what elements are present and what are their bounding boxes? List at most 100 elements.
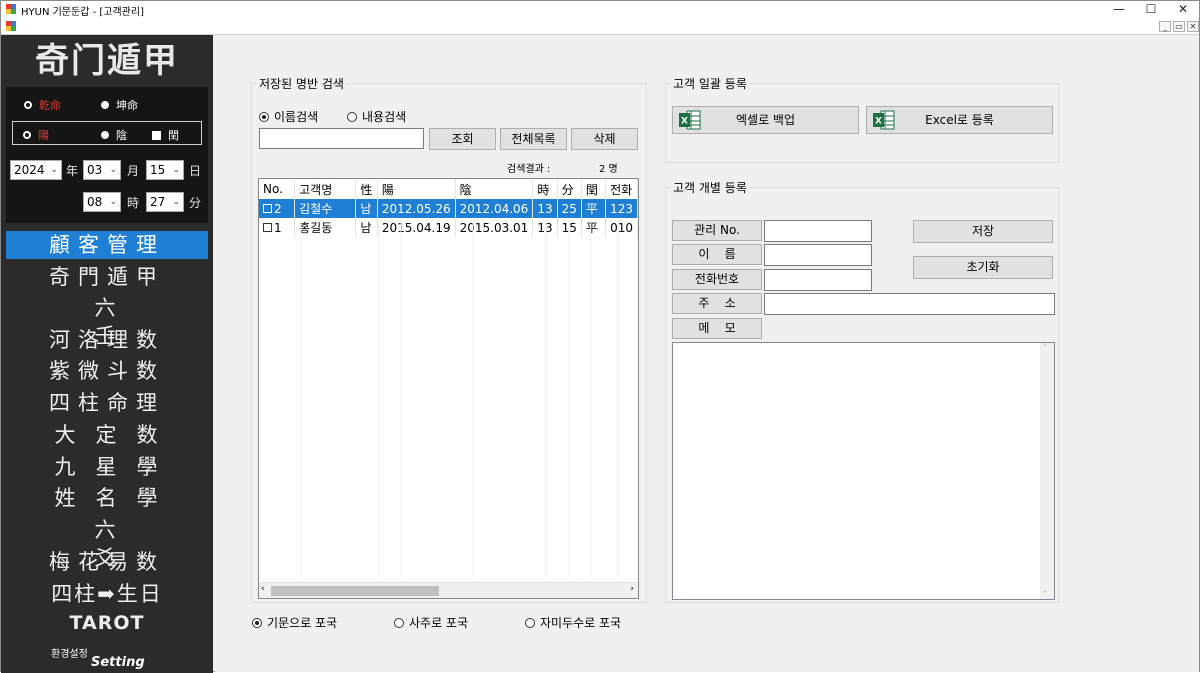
mdi-close-button[interactable]: ✕ xyxy=(1187,21,1199,32)
chevron-down-icon: ⌄ xyxy=(50,165,58,175)
col-header-sex[interactable]: 性 xyxy=(355,179,378,199)
radio-ziwei-layout[interactable]: 자미두수로 포국 xyxy=(525,614,621,631)
radio-dot-icon xyxy=(101,101,109,109)
horizontal-scrollbar[interactable]: ‹ › xyxy=(259,582,638,598)
col-header-hour[interactable]: 時 xyxy=(532,179,558,199)
scroll-left-icon[interactable]: ‹ xyxy=(261,584,265,594)
menu-daejeongsu[interactable]: 大定数 xyxy=(6,421,208,449)
excel-register-button[interactable]: X Excel로 등록 xyxy=(866,106,1053,134)
mdi-restore-button[interactable]: ▭ xyxy=(1173,21,1185,32)
menu-qimen-dunjia[interactable]: 奇門遁甲 xyxy=(6,263,208,291)
app-window: HYUN 기문둔갑 - [고객관리] — ☐ ✕ _ ▭ ✕ 奇门遁甲 乾命 坤… xyxy=(0,0,1200,673)
radio-gender-female[interactable]: 坤命 xyxy=(101,97,138,113)
row-checkbox-icon[interactable] xyxy=(263,203,272,213)
radio-qimen-layout[interactable]: 기문으로 포국 xyxy=(252,614,337,631)
col-header-leap[interactable]: 閏 xyxy=(581,179,607,199)
chevron-down-icon: ⌄ xyxy=(172,165,180,175)
save-button[interactable]: 저장 xyxy=(913,220,1053,243)
col-header-minute[interactable]: 分 xyxy=(557,179,582,199)
menu-liuren[interactable]: 六壬 xyxy=(6,294,208,348)
col-header-lunar[interactable]: 陰 xyxy=(455,179,534,199)
menu-saju-myeongri[interactable]: 四柱命理 xyxy=(6,389,208,417)
menu-heluo-lishu[interactable]: 河洛理数 xyxy=(6,326,208,354)
menu-maehwa-yeoksu[interactable]: 梅花易数 xyxy=(6,548,208,576)
window-title: HYUN 기문둔갑 - [고객관리] xyxy=(21,7,144,18)
year-select[interactable]: 2024 ⌄ xyxy=(10,160,62,180)
chevron-down-icon: ⌄ xyxy=(109,165,117,175)
mdi-minimize-button[interactable]: _ xyxy=(1159,21,1171,32)
radio-name-search[interactable]: 이름검색 xyxy=(259,108,318,125)
radio-lunar[interactable]: 陰 xyxy=(101,127,127,143)
scroll-up-icon[interactable]: ˄ xyxy=(1043,343,1047,352)
cell-sex: 남 xyxy=(355,199,378,218)
customer-list[interactable]: No. 고객명 性 陽 陰 時 分 閏 전화 2 김철수 남 2012.05.2… xyxy=(258,178,639,599)
settings-label-kr[interactable]: 환경설정 xyxy=(51,645,88,660)
close-button[interactable]: ✕ xyxy=(1163,1,1200,18)
menu-seongmyeonghak[interactable]: 姓名學 xyxy=(6,484,208,512)
radio-icon xyxy=(347,111,357,122)
delete-button[interactable]: 삭제 xyxy=(571,128,638,150)
scroll-down-icon[interactable]: ˅ xyxy=(1043,590,1047,599)
hour-select[interactable]: 08 ⌄ xyxy=(83,192,121,212)
radio-ziwei-layout-label: 자미두수로 포국 xyxy=(540,616,622,630)
radio-content-search[interactable]: 내용검색 xyxy=(347,108,406,125)
bulk-group-title: 고객 일괄 등록 xyxy=(671,75,749,92)
mgmt-no-label: 관리 No. xyxy=(672,220,762,241)
mdi-menu-bar: _ ▭ ✕ xyxy=(1,18,1199,35)
excel-icon: X xyxy=(873,110,895,130)
minute-unit: 分 xyxy=(189,196,202,210)
scroll-right-icon[interactable]: › xyxy=(630,584,634,594)
day-select[interactable]: 15 ⌄ xyxy=(146,160,184,180)
list-gridlines xyxy=(300,219,619,579)
year-value: 2024 xyxy=(14,163,45,177)
settings-label-en[interactable]: Setting xyxy=(91,655,145,670)
radio-solar-label: 陽 xyxy=(38,129,49,142)
name-field[interactable] xyxy=(764,244,872,266)
phone-field[interactable] xyxy=(764,269,872,291)
show-all-button[interactable]: 전체목록 xyxy=(500,128,567,150)
table-row[interactable]: 2 김철수 남 2012.05.26 2012.04.06 13 25 平 12… xyxy=(259,199,638,218)
radio-gender-male[interactable]: 乾命 xyxy=(24,97,61,113)
reset-button[interactable]: 초기화 xyxy=(913,256,1053,279)
radio-saju-layout[interactable]: 사주로 포국 xyxy=(394,614,468,631)
menu-guseonghak[interactable]: 九星學 xyxy=(6,453,208,481)
address-field[interactable] xyxy=(764,293,1055,315)
radio-gender-male-label: 乾命 xyxy=(39,99,61,112)
radio-selected-icon xyxy=(252,617,262,628)
title-bar: HYUN 기문둔갑 - [고객관리] — ☐ ✕ xyxy=(1,1,1199,18)
app-icon xyxy=(6,4,16,14)
leap-month-checkbox[interactable]: 閏 xyxy=(152,127,179,143)
scroll-thumb[interactable] xyxy=(271,586,439,596)
col-header-no[interactable]: No. xyxy=(259,179,296,199)
menu-tarot[interactable]: TAROT xyxy=(6,612,208,634)
radio-dot-icon xyxy=(101,131,109,139)
excel-backup-label: 엑셀로 백업 xyxy=(735,113,795,127)
cell-phone: 123 xyxy=(605,199,638,218)
search-input[interactable] xyxy=(259,128,424,149)
vertical-scrollbar[interactable]: ˄ ˅ xyxy=(1040,343,1054,599)
result-count: 2 명 xyxy=(599,164,618,175)
excel-backup-button[interactable]: X 엑셀로 백업 xyxy=(672,106,859,134)
day-value: 15 xyxy=(150,163,166,177)
cell-hour: 13 xyxy=(532,199,558,218)
menu-ziwei-doushu[interactable]: 紫微斗数 xyxy=(6,357,208,385)
radio-dot-icon xyxy=(23,131,31,139)
month-select[interactable]: 03 ⌄ xyxy=(83,160,121,180)
menu-saju-to-birthday[interactable]: 四柱➡生日 xyxy=(6,580,208,608)
memo-textarea[interactable]: ˄ ˅ xyxy=(672,342,1055,600)
year-unit: 年 xyxy=(66,164,79,178)
radio-solar[interactable]: 陽 xyxy=(23,127,49,143)
menu-yukhyo[interactable]: 六爻 xyxy=(6,516,208,570)
minute-select[interactable]: 27 ⌄ xyxy=(146,192,184,212)
mgmt-no-field[interactable] xyxy=(764,220,872,242)
col-header-phone[interactable]: 전화 xyxy=(605,179,638,199)
radio-gender-female-label: 坤命 xyxy=(116,99,138,112)
menu-customer-management[interactable]: 顧客管理 xyxy=(6,231,208,259)
chevron-down-icon: ⌄ xyxy=(172,197,180,207)
radio-icon xyxy=(525,617,535,628)
radio-lunar-label: 陰 xyxy=(116,129,127,142)
col-header-solar[interactable]: 陽 xyxy=(377,179,456,199)
query-button[interactable]: 조회 xyxy=(429,128,496,150)
col-header-name[interactable]: 고객명 xyxy=(294,179,357,199)
excel-register-label: Excel로 등록 xyxy=(925,113,994,127)
